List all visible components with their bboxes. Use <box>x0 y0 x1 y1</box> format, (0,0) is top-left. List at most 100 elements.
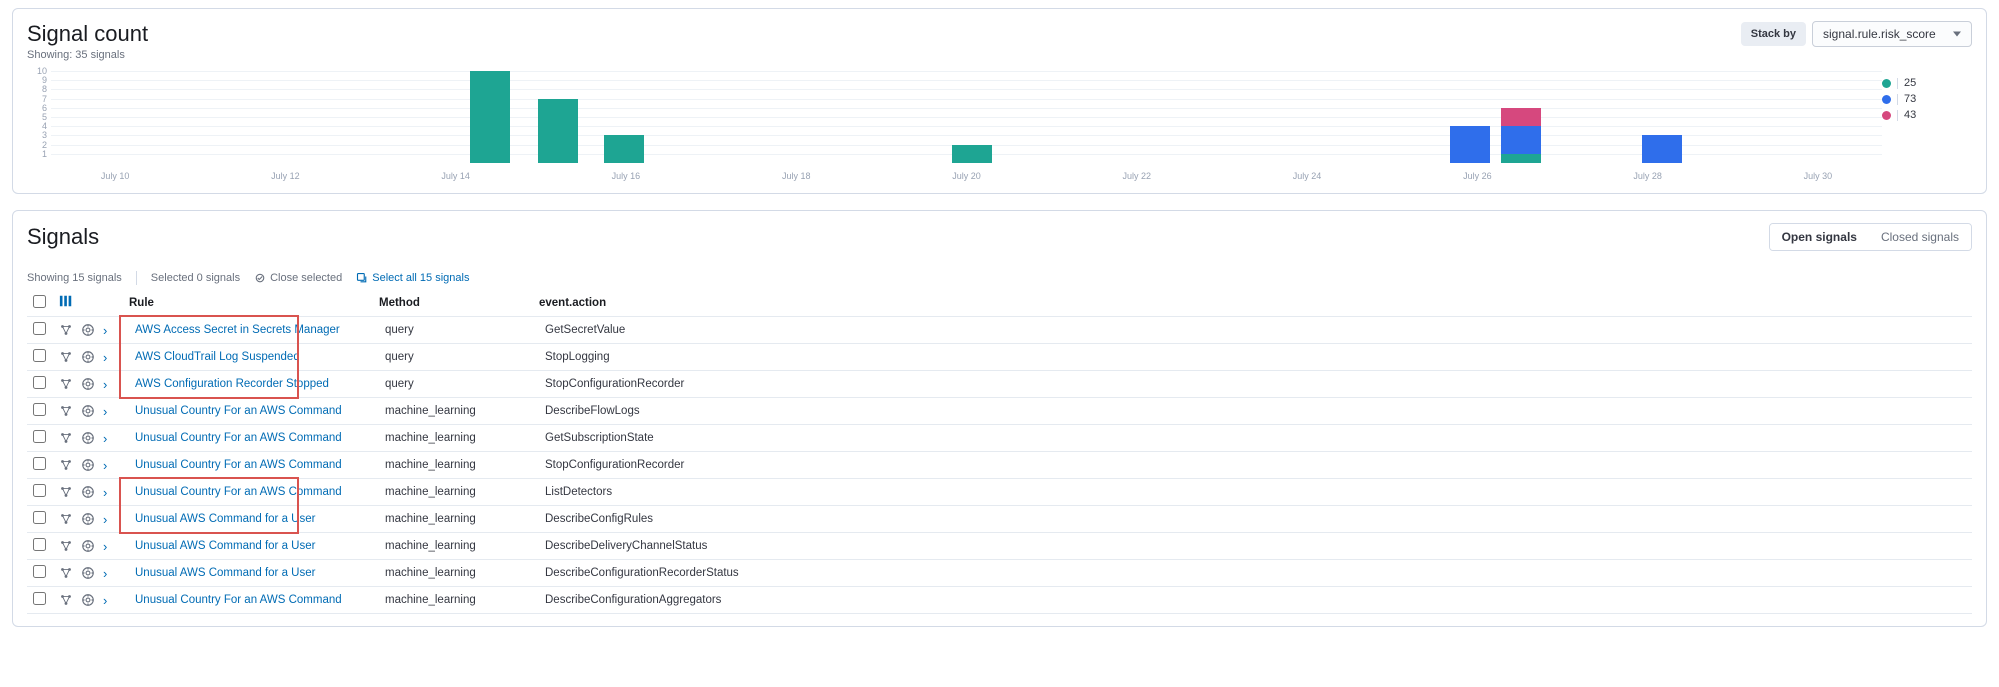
bar[interactable] <box>952 145 992 163</box>
bar-segment <box>952 145 992 163</box>
signal-count-panel: Signal count Showing: 35 signals Stack b… <box>12 8 1987 194</box>
expand-row-icon[interactable]: › <box>103 405 107 418</box>
tab-closed-signals[interactable]: Closed signals <box>1869 224 1971 250</box>
row-checkbox[interactable] <box>33 592 46 605</box>
rule-link[interactable]: Unusual Country For an AWS Command <box>129 486 342 498</box>
event-action-value: ListDetectors <box>539 486 612 498</box>
timeline-icon[interactable] <box>81 512 95 526</box>
row-checkbox[interactable] <box>33 484 46 497</box>
select-all-checkbox[interactable] <box>33 295 46 308</box>
legend-swatch-icon <box>1882 111 1891 120</box>
bar[interactable] <box>604 135 644 163</box>
analyze-icon[interactable] <box>59 566 73 580</box>
row-checkbox[interactable] <box>33 565 46 578</box>
x-tick: July 20 <box>952 171 981 181</box>
col-header-method[interactable]: Method <box>373 289 533 317</box>
row-checkbox[interactable] <box>33 349 46 362</box>
select-all-button[interactable]: Select all 15 signals <box>356 272 469 284</box>
analyze-icon[interactable] <box>59 458 73 472</box>
timeline-icon[interactable] <box>81 458 95 472</box>
rule-link[interactable]: AWS CloudTrail Log Suspended <box>129 351 300 363</box>
expand-row-icon[interactable]: › <box>103 513 107 526</box>
bar[interactable] <box>538 99 578 163</box>
analyze-icon[interactable] <box>59 539 73 553</box>
col-header-rule[interactable]: Rule <box>123 289 373 317</box>
bar-segment <box>1450 126 1490 163</box>
timeline-icon[interactable] <box>81 350 95 364</box>
stack-by-select[interactable]: signal.rule.risk_score <box>1812 21 1972 47</box>
expand-row-icon[interactable]: › <box>103 567 107 580</box>
expand-row-icon[interactable]: › <box>103 378 107 391</box>
timeline-icon[interactable] <box>81 566 95 580</box>
event-action-value: GetSecretValue <box>539 324 625 336</box>
legend-item[interactable]: 73 <box>1882 91 1972 107</box>
row-checkbox[interactable] <box>33 322 46 335</box>
expand-row-icon[interactable]: › <box>103 324 107 337</box>
bar[interactable] <box>1642 135 1682 163</box>
analyze-icon[interactable] <box>59 485 73 499</box>
bar-segment <box>1501 154 1541 163</box>
timeline-icon[interactable] <box>81 431 95 445</box>
y-tick: 9 <box>27 75 47 85</box>
timeline-icon[interactable] <box>81 377 95 391</box>
y-tick: 6 <box>27 103 47 113</box>
rule-link[interactable]: Unusual Country For an AWS Command <box>129 459 342 471</box>
signals-tabs: Open signals Closed signals <box>1769 223 1972 251</box>
bar[interactable] <box>1450 126 1490 163</box>
legend-item[interactable]: 25 <box>1882 75 1972 91</box>
analyze-icon[interactable] <box>59 593 73 607</box>
expand-row-icon[interactable]: › <box>103 486 107 499</box>
signals-table: Rule Method event.action › AWS Access Sec… <box>27 289 1972 614</box>
row-checkbox[interactable] <box>33 457 46 470</box>
signal-count-header: Signal count Showing: 35 signals Stack b… <box>27 21 1972 61</box>
rule-link[interactable]: AWS Configuration Recorder Stopped <box>129 378 329 390</box>
row-checkbox[interactable] <box>33 538 46 551</box>
close-selected-button[interactable]: Close selected <box>254 272 342 284</box>
expand-row-icon[interactable]: › <box>103 459 107 472</box>
x-tick: July 12 <box>271 171 300 181</box>
rule-link[interactable]: Unusual Country For an AWS Command <box>129 594 342 606</box>
analyze-icon[interactable] <box>59 377 73 391</box>
y-tick: 8 <box>27 84 47 94</box>
columns-icon[interactable] <box>59 295 73 311</box>
bar[interactable] <box>1501 108 1541 163</box>
table-row: ›Unusual Country For an AWS Commandmachi… <box>27 479 1972 506</box>
analyze-icon[interactable] <box>59 404 73 418</box>
rule-link[interactable]: Unusual Country For an AWS Command <box>129 405 342 417</box>
legend-item[interactable]: 43 <box>1882 107 1972 123</box>
analyze-icon[interactable] <box>59 431 73 445</box>
timeline-icon[interactable] <box>81 593 95 607</box>
row-checkbox[interactable] <box>33 403 46 416</box>
col-header-event-action[interactable]: event.action <box>533 289 1972 317</box>
bar[interactable] <box>470 71 510 163</box>
rule-link[interactable]: Unusual AWS Command for a User <box>129 567 315 579</box>
rule-link[interactable]: Unusual AWS Command for a User <box>129 513 315 525</box>
timeline-icon[interactable] <box>81 323 95 337</box>
expand-row-icon[interactable]: › <box>103 540 107 553</box>
analyze-icon[interactable] <box>59 350 73 364</box>
row-checkbox[interactable] <box>33 376 46 389</box>
y-tick: 2 <box>27 140 47 150</box>
expand-row-icon[interactable]: › <box>103 594 107 607</box>
tab-open-signals[interactable]: Open signals <box>1770 224 1869 250</box>
rule-link[interactable]: Unusual AWS Command for a User <box>129 540 315 552</box>
expand-row-icon[interactable]: › <box>103 351 107 364</box>
timeline-icon[interactable] <box>81 539 95 553</box>
timeline-icon[interactable] <box>81 404 95 418</box>
rule-link[interactable]: AWS Access Secret in Secrets Manager <box>129 324 340 336</box>
signals-header: Signals Open signals Closed signals <box>27 223 1972 251</box>
table-row: ›Unusual Country For an AWS Commandmachi… <box>27 398 1972 425</box>
signal-count-title: Signal count <box>27 21 148 47</box>
method-value: machine_learning <box>379 594 476 606</box>
rule-link[interactable]: Unusual Country For an AWS Command <box>129 432 342 444</box>
expand-row-icon[interactable]: › <box>103 432 107 445</box>
event-action-value: GetSubscriptionState <box>539 432 654 444</box>
close-selected-label: Close selected <box>270 272 342 284</box>
row-checkbox[interactable] <box>33 430 46 443</box>
analyze-icon[interactable] <box>59 512 73 526</box>
y-tick: 4 <box>27 121 47 131</box>
row-checkbox[interactable] <box>33 511 46 524</box>
timeline-icon[interactable] <box>81 485 95 499</box>
analyze-icon[interactable] <box>59 323 73 337</box>
event-action-value: StopConfigurationRecorder <box>539 459 684 471</box>
